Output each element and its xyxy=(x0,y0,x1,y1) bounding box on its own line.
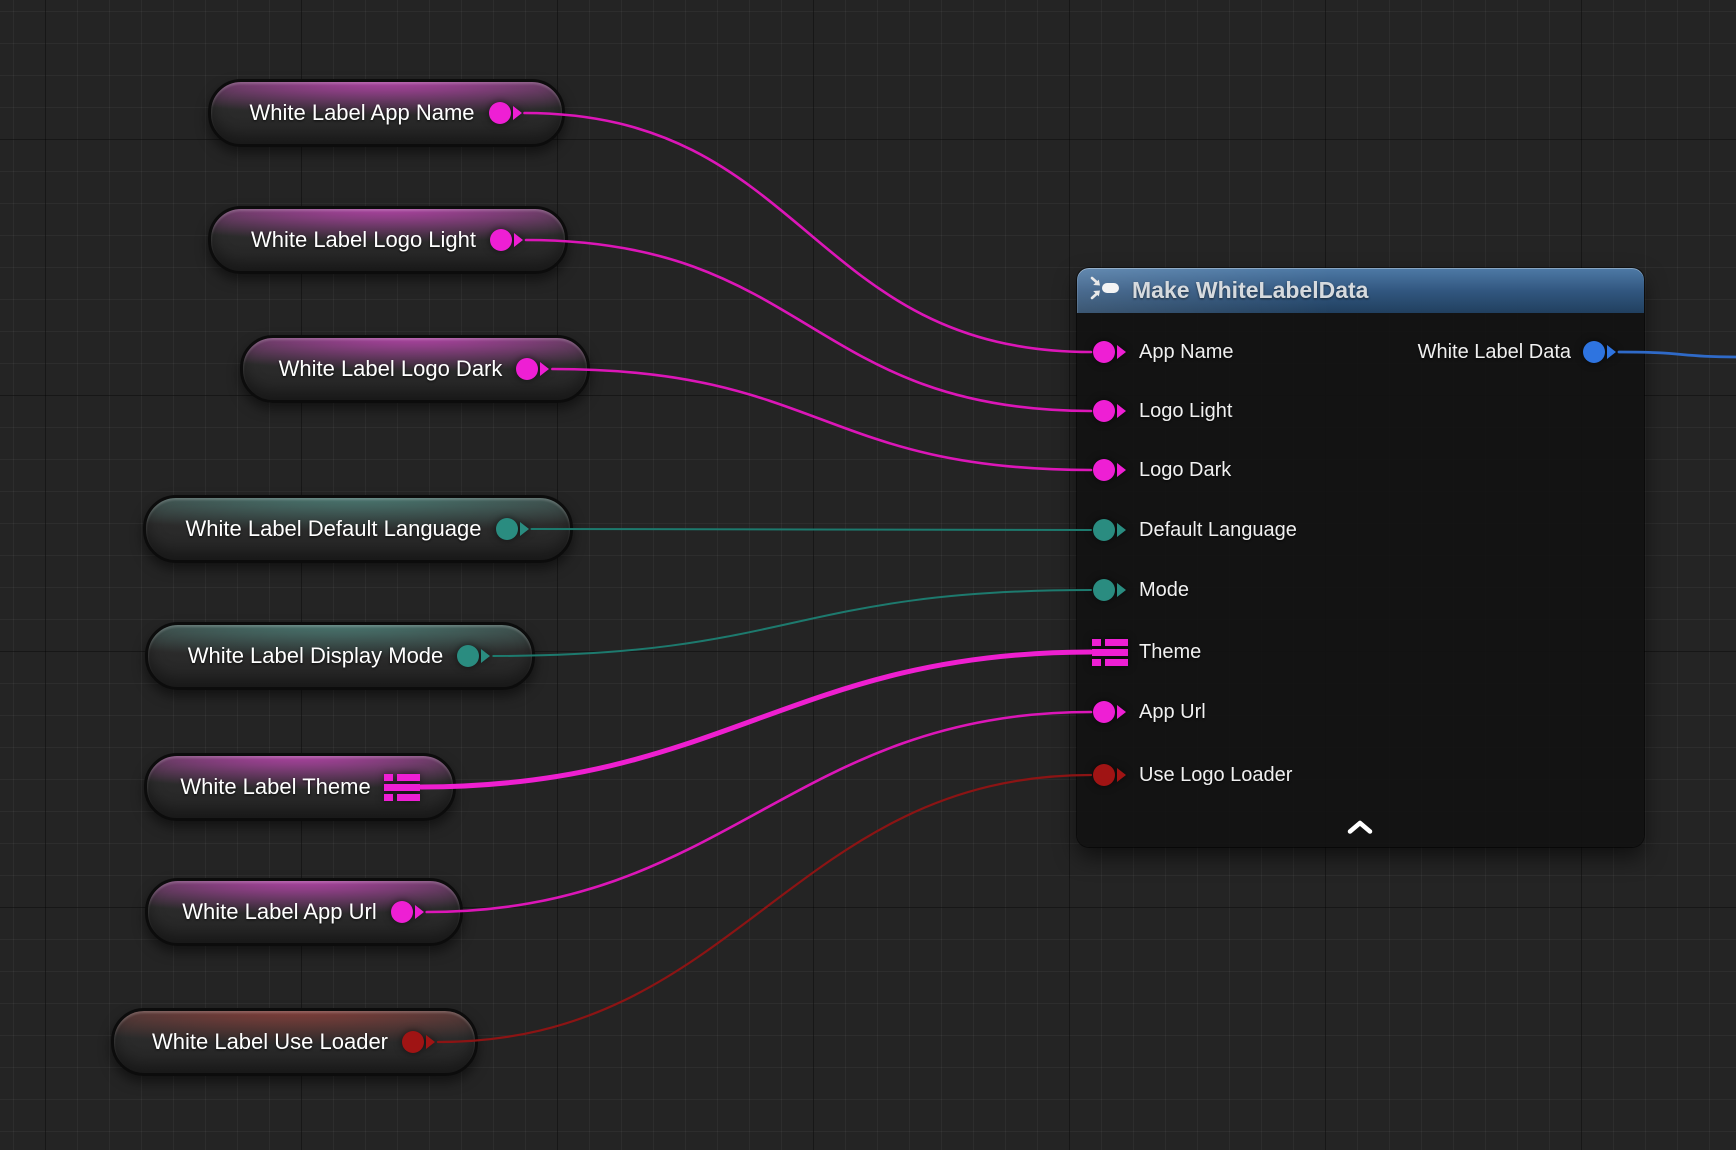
getter-output-pin[interactable] xyxy=(515,356,551,382)
make-node-title: Make WhiteLabelData xyxy=(1132,277,1368,304)
input-pin-label: Use Logo Loader xyxy=(1139,764,1292,787)
getter-node-default-language[interactable]: White Label Default Language xyxy=(143,495,573,563)
getter-node-logo-dark[interactable]: White Label Logo Dark xyxy=(240,335,590,403)
input-pin-label: Logo Light xyxy=(1139,400,1232,423)
getter-output-pin[interactable] xyxy=(488,100,524,126)
getter-node-label: White Label Default Language xyxy=(186,516,482,542)
getter-output-pin[interactable] xyxy=(489,227,525,253)
input-row-logo-dark: Logo Dark xyxy=(1077,445,1231,495)
input-row-default-language: Default Language xyxy=(1077,505,1297,555)
input-pin[interactable] xyxy=(1092,339,1128,365)
getter-node-display-mode[interactable]: White Label Display Mode xyxy=(145,622,535,690)
getter-node-use-loader[interactable]: White Label Use Loader xyxy=(111,1008,478,1076)
wire-default-language-to-default-language[interactable] xyxy=(532,529,1092,530)
wire-use-loader-to-use-logo-loader[interactable] xyxy=(438,775,1091,1042)
input-pin-label: App Name xyxy=(1139,341,1234,364)
input-pin[interactable] xyxy=(1092,457,1128,483)
wire-logo-light-to-logo-light[interactable] xyxy=(526,240,1091,411)
getter-output-pin[interactable] xyxy=(456,643,492,669)
getter-output-pin[interactable] xyxy=(401,1029,437,1055)
getter-output-pin[interactable] xyxy=(495,516,531,542)
input-pin[interactable] xyxy=(1092,577,1128,603)
input-pin[interactable] xyxy=(1092,699,1128,725)
output-pin-label: White Label Data xyxy=(1418,341,1571,364)
input-row-theme: Theme xyxy=(1077,627,1201,677)
getter-node-label: White Label App Url xyxy=(182,899,376,925)
getter-node-label: White Label App Name xyxy=(249,100,474,126)
input-row-mode: Mode xyxy=(1077,565,1189,615)
input-row-logo-light: Logo Light xyxy=(1077,386,1232,436)
blueprint-graph-canvas[interactable]: White Label App Name White Label Logo Li… xyxy=(0,0,1736,1150)
input-row-app-url: App Url xyxy=(1077,687,1206,737)
output-row-white-label-data: White Label Data xyxy=(1418,327,1618,377)
wire-app-url-to-app-url[interactable] xyxy=(427,712,1091,912)
getter-node-label: White Label Display Mode xyxy=(188,643,444,669)
getter-node-app-name[interactable]: White Label App Name xyxy=(208,79,565,147)
input-pin-label: Default Language xyxy=(1139,519,1297,542)
input-pin[interactable] xyxy=(1092,762,1128,788)
make-node-header[interactable]: Make WhiteLabelData xyxy=(1077,268,1644,313)
getter-node-logo-light[interactable]: White Label Logo Light xyxy=(208,206,568,274)
input-pin-label: Logo Dark xyxy=(1139,459,1231,482)
getter-output-pin[interactable] xyxy=(384,774,420,801)
input-pin[interactable] xyxy=(1092,398,1128,424)
input-pin[interactable] xyxy=(1092,639,1128,666)
getter-node-label: White Label Theme xyxy=(180,774,370,800)
getter-node-label: White Label Logo Dark xyxy=(279,356,503,382)
input-pin-label: App Url xyxy=(1139,701,1206,724)
input-row-app-name: App Name xyxy=(1077,327,1234,377)
wire-app-name-to-app-name[interactable] xyxy=(525,113,1091,352)
getter-node-label: White Label Use Loader xyxy=(152,1029,388,1055)
input-pin-label: Theme xyxy=(1139,641,1201,664)
wire-display-mode-to-mode[interactable] xyxy=(493,590,1091,656)
getter-node-label: White Label Logo Light xyxy=(251,227,476,253)
input-row-use-logo-loader: Use Logo Loader xyxy=(1077,750,1292,800)
make-struct-icon xyxy=(1090,276,1120,305)
getter-output-pin[interactable] xyxy=(390,899,426,925)
output-pin[interactable] xyxy=(1582,339,1618,365)
collapse-chevron-icon[interactable] xyxy=(1345,819,1375,835)
getter-node-app-url[interactable]: White Label App Url xyxy=(145,878,463,946)
input-pin[interactable] xyxy=(1092,517,1128,543)
getter-node-theme[interactable]: White Label Theme xyxy=(144,753,456,821)
wire-logo-dark-to-logo-dark[interactable] xyxy=(552,369,1091,470)
make-whitelabeldata-node[interactable]: Make WhiteLabelData App Name Logo Light … xyxy=(1077,268,1644,847)
input-pin-label: Mode xyxy=(1139,579,1189,602)
